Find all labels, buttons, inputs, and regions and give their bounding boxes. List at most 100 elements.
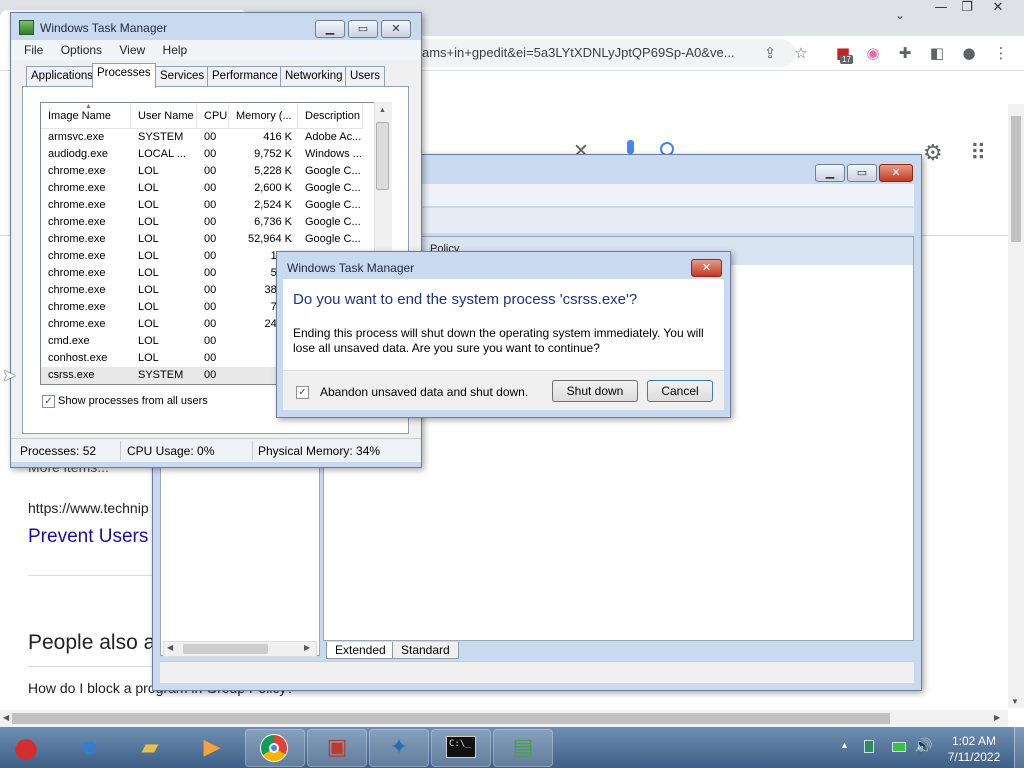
tab-applications[interactable]: Applications [26,66,99,86]
browser-menu-icon[interactable]: ⋮ [990,42,1012,64]
tray-task-manager-icon[interactable] [864,740,874,753]
clock-time: 1:02 AM [951,734,997,748]
process-row[interactable]: chrome.exe LOL 00 2,600 K Google C... [41,180,381,197]
process-list-scroll-thumb[interactable] [376,122,389,190]
page-horizontal-scroll-thumb[interactable] [12,713,890,724]
process-cpu: 00 [204,267,217,279]
process-cpu: 00 [204,369,217,381]
browser-close-button[interactable]: ✕ [983,0,1013,18]
col-description[interactable]: Description [298,103,363,128]
process-user-name: LOL [138,250,159,262]
tm-close-button[interactable]: ✕ [381,20,411,38]
abandon-data-checkbox[interactable]: ✓ [296,386,309,399]
cancel-button[interactable]: Cancel [647,380,713,402]
gp-tree-scroll-thumb[interactable] [183,644,268,654]
start-angry-bird-icon[interactable]: ● [6,731,46,765]
menu-help[interactable]: Help [163,43,188,57]
col-user-name[interactable]: User Name [131,103,197,128]
page-vertical-scroll-thumb[interactable] [1011,116,1021,242]
shut-down-button[interactable]: Shut down [552,380,638,402]
toolbox-icon: ▣ [326,735,348,760]
process-description: Google C... [305,165,361,177]
file-explorer-icon[interactable]: ▰ [130,731,170,765]
task-manager-icon: ▤ [512,735,534,760]
scroll-right-arrow-icon[interactable]: ▶ [994,713,1000,722]
settings-gear-icon[interactable]: ⚙ [923,141,943,166]
google-apps-icon[interactable]: ⠿ [970,141,986,166]
process-memory: 52,964 K [247,233,292,245]
tab-services[interactable]: Services [155,66,210,86]
process-row[interactable]: audiodg.exe LOCAL ... 00 9,752 K Windows ... [41,146,381,163]
gp-minimize-button[interactable]: ▁ [815,164,845,182]
taskbar-clock[interactable]: 1:02 AM 7/11/2022 [934,733,1014,765]
network-icon[interactable] [892,742,906,752]
process-cpu: 00 [204,216,217,228]
process-description: Google C... [305,199,361,211]
process-image-name: audiodg.exe [48,148,108,160]
tab-processes[interactable]: Processes [92,63,156,88]
process-cpu: 00 [204,148,217,160]
show-desktop-button[interactable] [1014,727,1024,768]
menu-view[interactable]: View [119,43,145,57]
tab-performance[interactable]: Performance [207,66,283,86]
process-user-name: SYSTEM [138,369,184,381]
side-panel-icon[interactable]: ◧ [926,42,948,64]
menu-file[interactable]: File [24,43,43,57]
process-cpu: 00 [204,250,217,262]
status-processes: Processes: 52 [20,444,97,458]
gp-maximize-button[interactable]: ▭ [847,164,877,182]
show-all-users-checkbox[interactable]: ✓ [42,395,55,408]
process-description: Google C... [305,182,361,194]
dialog-close-button[interactable]: ✕ [691,259,722,277]
process-image-name: conhost.exe [48,352,108,364]
process-user-name: LOL [138,301,159,313]
col-cpu[interactable]: CPU [197,103,229,128]
media-player-icon[interactable]: ▶ [192,731,232,765]
tm-maximize-button[interactable]: ▭ [348,20,378,38]
browser-restore-button[interactable]: ❐ [952,0,982,18]
abandon-data-label[interactable]: Abandon unsaved data and shut down. [320,385,528,399]
profile-avatar-icon[interactable]: ● [958,42,980,64]
process-row[interactable]: chrome.exe LOL 00 5,228 K Google C... [41,163,381,180]
policy-editor-icon: ✦ [389,735,409,760]
gp-tab-extended[interactable]: Extended [326,642,395,659]
extensions-puzzle-icon[interactable]: ✚ [894,42,916,64]
process-image-name: chrome.exe [48,182,106,194]
gp-status-bar [160,661,914,683]
gp-scroll-right-icon[interactable]: ▶ [304,643,310,652]
tab-networking[interactable]: Networking [280,66,348,86]
share-icon[interactable]: ⇪ [759,42,781,64]
show-all-users-label[interactable]: Show processes from all users [58,395,208,407]
process-user-name: LOL [138,352,159,364]
col-memory[interactable]: Memory (... [229,103,298,128]
tab-search-chevron-icon[interactable]: ⌄ [895,8,905,22]
process-image-name: chrome.exe [48,301,106,313]
process-image-name: chrome.exe [48,267,106,279]
tab-users[interactable]: Users [345,66,386,86]
bookmark-star-icon[interactable]: ☆ [790,42,812,64]
scroll-down-arrow-icon[interactable]: ▼ [1011,697,1019,706]
show-hidden-icons-arrow-icon[interactable]: ▲ [840,740,849,750]
process-image-name: chrome.exe [48,216,106,228]
internet-explorer-icon[interactable]: e [70,731,110,765]
process-user-name: LOCAL ... [138,148,186,160]
scroll-left-arrow-icon[interactable]: ◀ [3,713,9,722]
volume-icon[interactable]: 🔊 [914,737,933,755]
result-title-link[interactable]: Prevent Users [28,526,148,548]
process-row[interactable]: chrome.exe LOL 00 2,524 K Google C... [41,197,381,214]
gp-scroll-left-icon[interactable]: ◀ [167,643,173,652]
cmd-icon: C:\_ [446,736,476,758]
process-row[interactable]: armsvc.exe SYSTEM 00 416 K Adobe Ac... [41,129,381,146]
extension-flag-icon[interactable]: ◉ [862,42,884,64]
list-scroll-up-icon[interactable]: ▲ [379,107,386,114]
voice-search-icon[interactable] [627,140,634,154]
tm-minimize-button[interactable]: ▁ [315,20,345,38]
address-bar-text[interactable]: ams+in+gpedit&ei=5a3LYtXDNLyJptQP69Sp-A0… [422,45,735,60]
process-image-name: chrome.exe [48,199,106,211]
process-user-name: LOL [138,267,159,279]
menu-options[interactable]: Options [61,43,102,57]
process-row[interactable]: chrome.exe LOL 00 6,736 K Google C... [41,214,381,231]
gp-tab-standard[interactable]: Standard [392,642,459,659]
process-row[interactable]: chrome.exe LOL 00 52,964 K Google C... [41,231,381,248]
gp-close-button[interactable]: ✕ [879,164,913,182]
